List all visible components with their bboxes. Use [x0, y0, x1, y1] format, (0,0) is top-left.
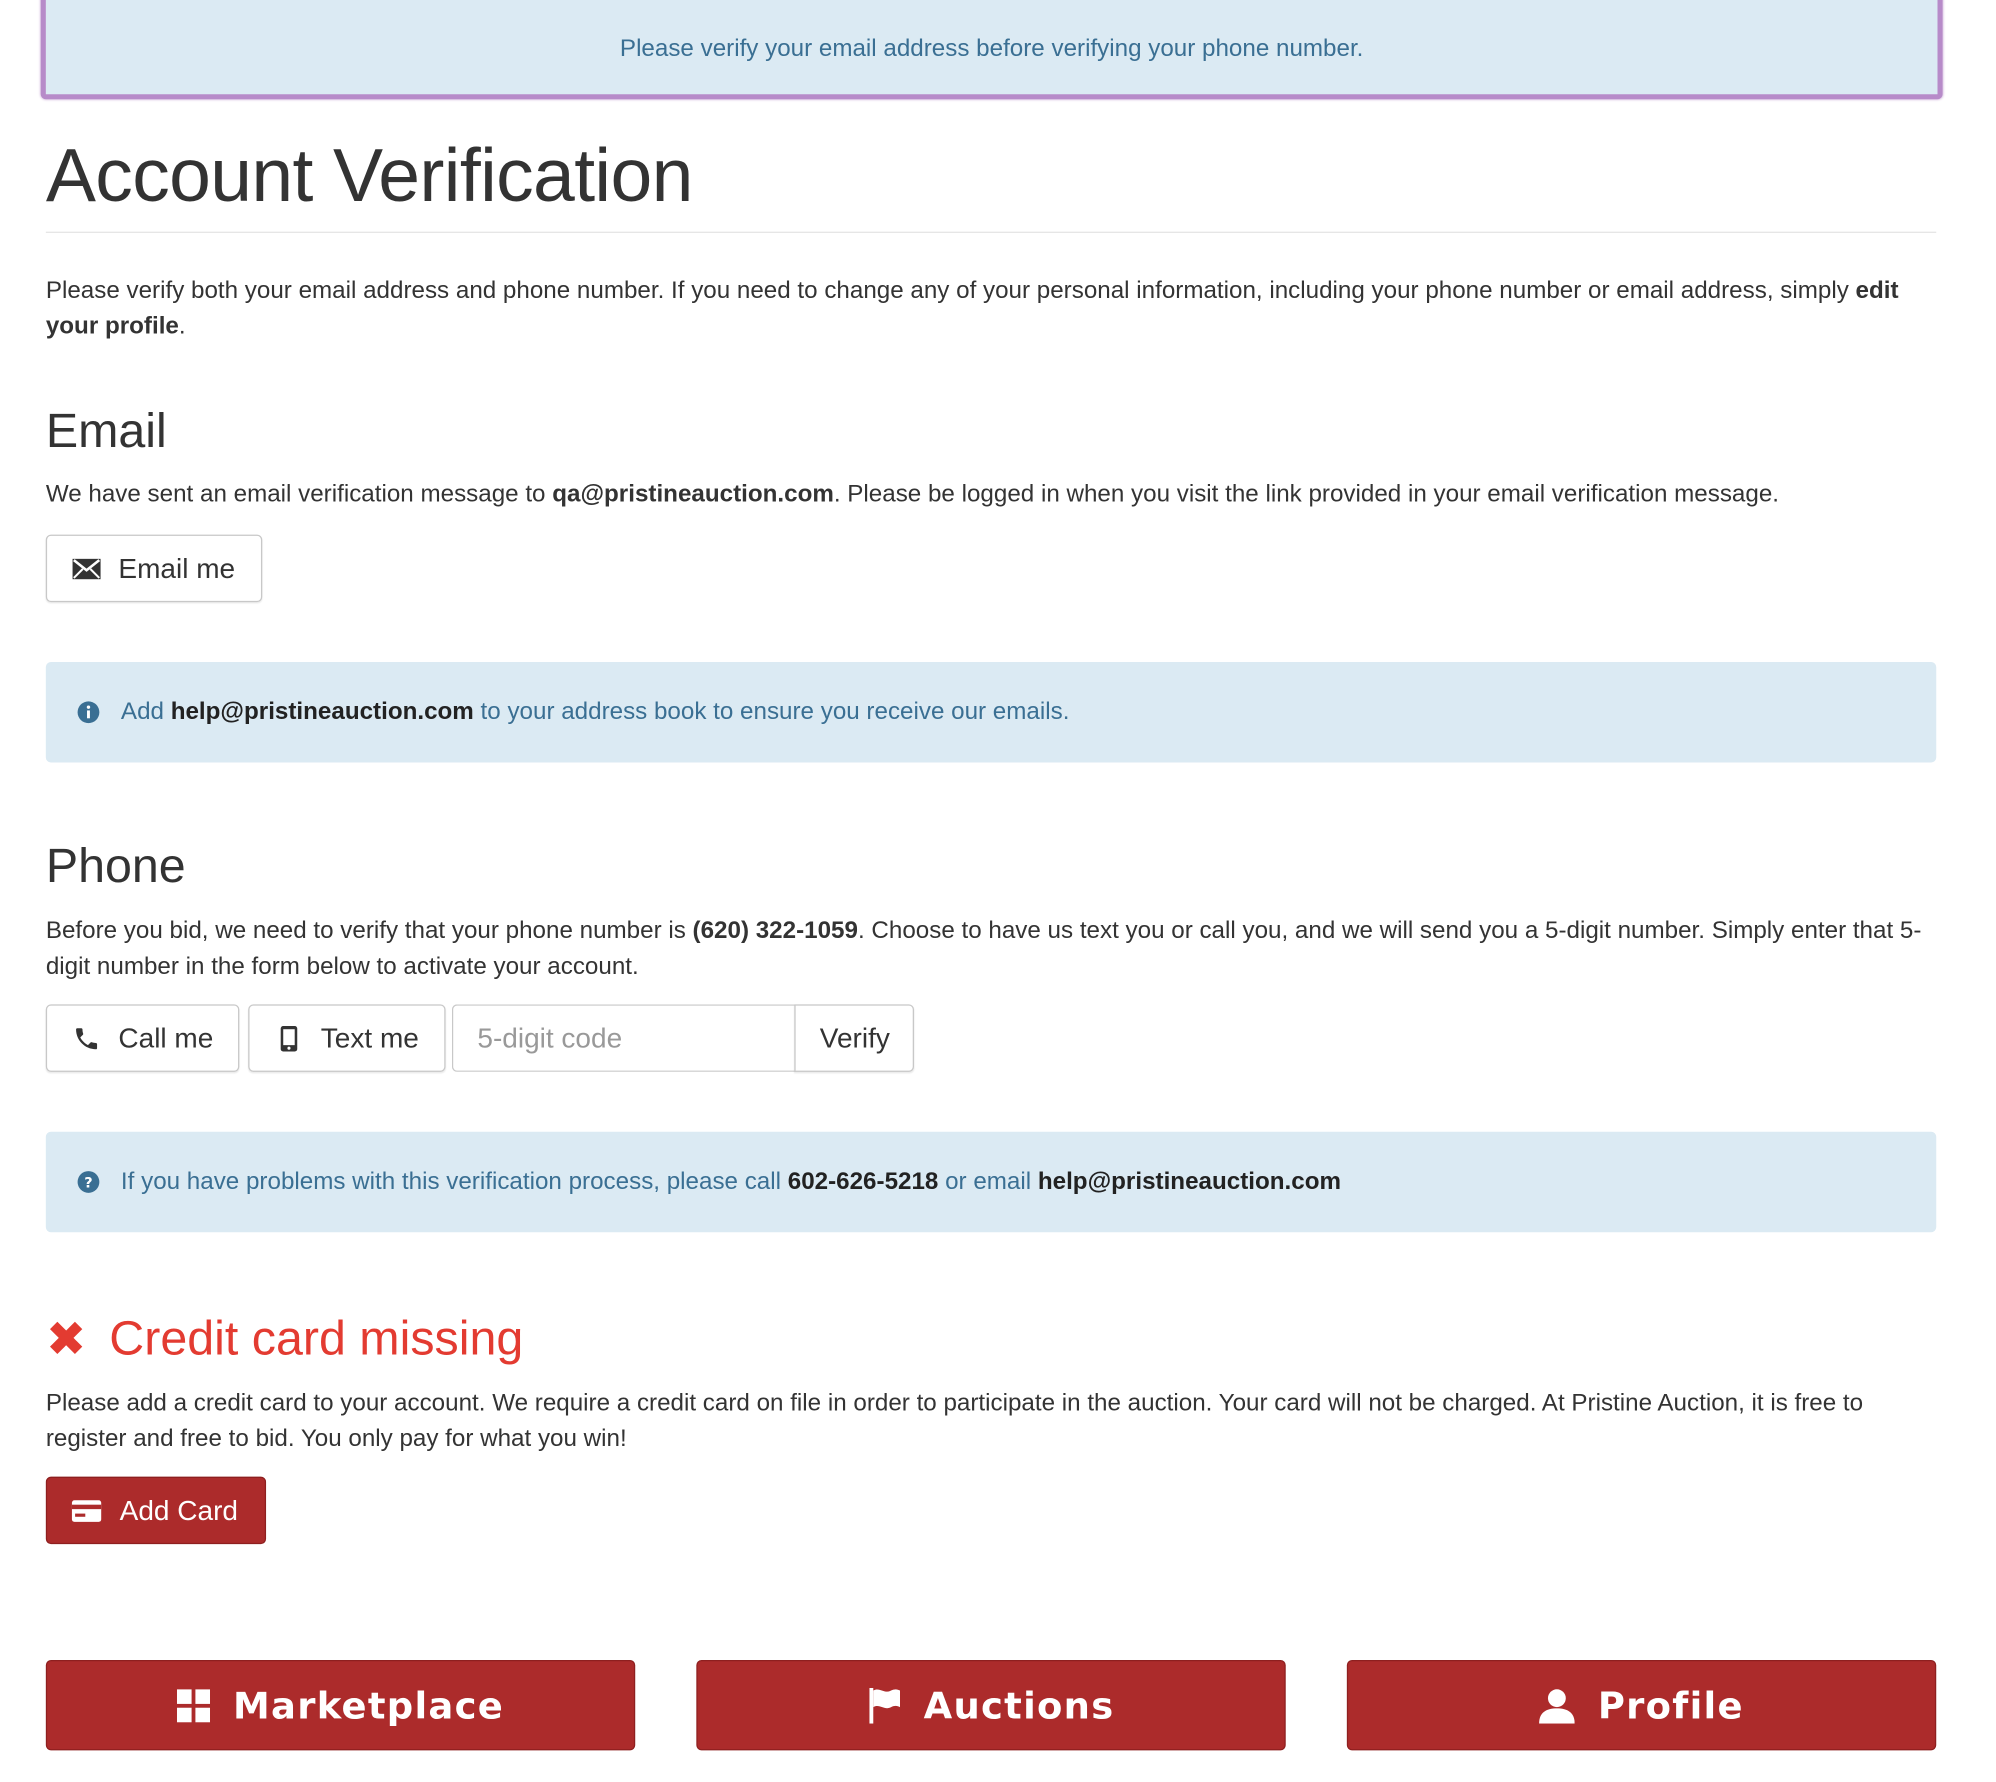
email-me-button[interactable]: Email me: [45, 534, 263, 603]
close-x-icon: ✖: [45, 1313, 87, 1368]
email-info-box: Add help@pristineauction.com to your add…: [45, 661, 1937, 763]
envelope-icon: [70, 552, 103, 585]
text-me-label: Text me: [320, 1021, 419, 1054]
verify-label: Verify: [819, 1021, 890, 1054]
credit-card-heading: ✖ Credit card missing: [46, 1311, 523, 1368]
phone-help-box: ? If you have problems with this verific…: [45, 1131, 1937, 1233]
page-title: Account Verification: [45, 133, 694, 218]
grid-icon: [177, 1688, 211, 1722]
marketplace-button[interactable]: Marketplace: [45, 1659, 636, 1751]
profile-button[interactable]: Profile: [1346, 1659, 1937, 1751]
profile-label: Profile: [1597, 1683, 1744, 1727]
intro-text: Please verify both your email address an…: [45, 277, 1899, 340]
email-address: qa@pristineauction.com: [552, 481, 834, 508]
alert-text: Please verify your email address before …: [619, 35, 1364, 63]
phone-heading: Phone: [45, 840, 186, 894]
verify-email-alert: Please verify your email address before …: [40, 0, 1943, 100]
svg-text:?: ?: [84, 1175, 92, 1191]
add-card-label: Add Card: [119, 1493, 238, 1526]
email-text: We have sent an email verification messa…: [45, 481, 1780, 508]
phone-icon: [70, 1022, 103, 1055]
verification-code-input[interactable]: [451, 1004, 796, 1072]
auctions-label: Auctions: [923, 1683, 1115, 1727]
credit-card-heading-text: Credit card missing: [109, 1312, 524, 1366]
add-card-button[interactable]: Add Card: [45, 1476, 267, 1545]
help-email: help@pristineauction.com: [1037, 1167, 1341, 1195]
marketplace-label: Marketplace: [233, 1683, 505, 1727]
phone-number: (620) 322-1059: [692, 917, 858, 945]
phone-text: Before you bid, we need to verify that y…: [45, 917, 1922, 981]
mobile-phone-icon: [272, 1022, 305, 1055]
email-info-text: Add help@pristineauction.com to your add…: [120, 698, 1070, 725]
credit-card-icon: [71, 1499, 102, 1522]
title-divider: [45, 231, 1937, 233]
auctions-button[interactable]: Auctions: [696, 1659, 1286, 1751]
email-me-label: Email me: [118, 551, 236, 584]
credit-card-text: Please add a credit card to your account…: [45, 1390, 1864, 1453]
help-phone: 602-626-5218: [787, 1167, 939, 1195]
call-me-label: Call me: [118, 1021, 214, 1054]
flag-icon: [868, 1687, 901, 1724]
user-icon: [1539, 1687, 1575, 1724]
info-icon: [76, 700, 101, 725]
call-me-button[interactable]: Call me: [45, 1004, 240, 1072]
verify-button[interactable]: Verify: [794, 1004, 915, 1072]
email-heading: Email: [45, 404, 167, 459]
text-me-button[interactable]: Text me: [248, 1004, 446, 1072]
phone-help-text: If you have problems with this verificat…: [120, 1167, 1341, 1195]
question-icon: ?: [76, 1169, 101, 1194]
